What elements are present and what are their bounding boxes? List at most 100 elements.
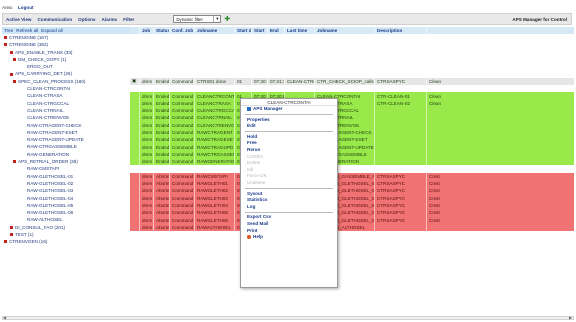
table-row[interactable]: dmmAbortedCommandRAWGLETH060107:30:0007:… <box>130 216 574 224</box>
table-row[interactable]: dmmAbortedCommandRAWCMSTAPI0107:30:0007:… <box>130 172 574 180</box>
tree-node[interactable]: RAW-GLETHOSEL-05 <box>2 202 130 209</box>
tree-node[interactable]: APS_CARRYING_DET (26) <box>2 70 130 77</box>
tree-node[interactable]: RAW-GLETHOSEL-06 <box>2 209 130 216</box>
tree-node[interactable]: APS_RETRIAL_ORDER (38) <box>2 158 130 165</box>
table-cell <box>427 224 574 231</box>
context-menu-item[interactable]: Send Mail <box>241 221 337 228</box>
table-row[interactable]: dmmEndedCommandRAWCTRGASSEM0107:30:0007:… <box>130 150 574 159</box>
menu-active-view[interactable]: Active View <box>3 17 34 22</box>
column-header[interactable]: Description <box>375 27 427 34</box>
table-cell <box>130 41 140 49</box>
tree-node[interactable]: CLEAN-CTRGCCAL <box>2 100 130 107</box>
tree-node[interactable]: RAW-CTRAGENT-ESET <box>2 129 130 136</box>
menu-communication[interactable]: Communication <box>34 17 75 22</box>
tree-node[interactable]: APS_ENABLE_TRANS (33) <box>2 49 130 56</box>
context-menu-item[interactable]: Log <box>241 204 337 211</box>
tree-node[interactable]: RAW-GLETHOSEL-04 <box>2 195 130 202</box>
tree-node[interactable]: CLEAN-CTRENVGE <box>2 114 130 121</box>
context-menu-item[interactable]: Rerun <box>241 147 337 154</box>
table-row[interactable] <box>130 55 574 64</box>
table-row[interactable]: dmmAbortedCommandRAWGLETH010107:30:0007:… <box>130 179 574 188</box>
tree-node[interactable]: DI_CONSUL_FAO (201) <box>2 224 130 231</box>
context-menu-item[interactable]: Help <box>241 234 337 241</box>
tree-node[interactable]: RAW-ALTHOSEL <box>2 216 130 223</box>
tree-node[interactable]: RAW-CTRAGENT-UPDATE <box>2 136 130 143</box>
refresh-icon[interactable]: ✚ <box>224 16 231 23</box>
table-row[interactable] <box>130 85 574 93</box>
table-row[interactable]: dmmEndedCommandCLEANCTRCONTA0107:30:0007… <box>130 92 574 100</box>
folder-marker-icon <box>4 43 7 47</box>
column-header[interactable]: End <box>268 27 285 34</box>
table-row[interactable] <box>130 34 574 42</box>
column-header[interactable] <box>427 27 574 34</box>
table-row[interactable]: dmmAbortedCommandRAWGLETH050107:30:0007:… <box>130 209 574 217</box>
table-row[interactable]: dmmAbortedCommandRAWGLETH040107:30:0007:… <box>130 201 574 210</box>
context-menu-item[interactable]: Hold <box>241 134 337 141</box>
context-menu-item[interactable]: APS Manager <box>241 106 337 113</box>
tree-node[interactable]: RAW-GLETHOSEL-02 <box>2 180 130 187</box>
refresh-all-link[interactable]: Refresh all <box>16 28 38 33</box>
tree-node[interactable]: RAW-GLETHOSEL-03 <box>2 187 130 194</box>
tree-node[interactable]: SPEC_CLEAN_PROCESS (180) <box>2 78 130 85</box>
table-row[interactable] <box>130 63 574 71</box>
context-menu-item[interactable]: Sysout <box>241 191 337 198</box>
tree-node[interactable]: CLEAN-CTRCONTAI <box>2 85 130 92</box>
table-row[interactable] <box>130 48 574 56</box>
table-row[interactable]: dmmEndedCommandCLEANCTRNAIL0107:30:0007:… <box>130 114 574 122</box>
column-header[interactable]: Jobname <box>315 27 375 34</box>
tree-node[interactable]: TEST (1) <box>2 231 130 238</box>
table-row[interactable]: dmmEndedCommandRAWCTRAGUPD0107:30:0007:3… <box>130 143 574 151</box>
context-menu-item[interactable]: Properties <box>241 117 337 124</box>
table-row[interactable]: dmmEndedCommandRAWCTRAGESET0107:30:0007:… <box>130 136 574 144</box>
tree-node[interactable]: RAW-GENERATION <box>2 151 130 158</box>
column-header[interactable]: Job <box>140 27 154 34</box>
tree-node[interactable]: RAW-CTRGASSEMBLE <box>2 143 130 150</box>
table-row[interactable]: ▣dmmEndedCommandCTRS01 done0107:30:0007:… <box>130 77 574 86</box>
table-row[interactable] <box>130 41 574 49</box>
column-header[interactable]: Start <box>252 27 268 34</box>
tree-node[interactable]: RAW-GLETHOSEL-01 <box>2 173 130 180</box>
table-cell <box>235 55 252 64</box>
menu-filter[interactable]: Filter <box>120 17 137 22</box>
tree-node[interactable]: RAW-CMSTAPI <box>2 165 130 172</box>
tree-node[interactable]: RAW-CTRAGENT-CHECK <box>2 122 130 129</box>
column-header[interactable]: Jobname <box>195 27 235 34</box>
menu-alarms[interactable]: Alarms <box>99 17 121 22</box>
scroll-left-icon[interactable]: ◀ <box>3 316 7 320</box>
tree-node[interactable]: CTRENVGEN (16) <box>2 238 130 245</box>
context-menu-item[interactable]: Free <box>241 140 337 147</box>
column-header[interactable]: Status <box>154 27 170 34</box>
tree-node[interactable]: ERGO_OUT <box>2 63 130 70</box>
context-menu-item[interactable]: Export Csv <box>241 214 337 221</box>
table-row[interactable]: dmmEndedCommandRAWCTRAGENT0107:30:0007:3… <box>130 128 574 137</box>
context-menu-item[interactable]: Edit <box>241 123 337 130</box>
table-row[interactable] <box>130 70 574 78</box>
table-row[interactable] <box>130 165 574 173</box>
table-row[interactable]: dmmAbortedCommandRAWGLETH030107:30:0007:… <box>130 194 574 202</box>
table-row[interactable]: dmmEndedCommandCLEANCTRENVG0107:30:0007:… <box>130 121 574 129</box>
table-cell <box>140 41 154 49</box>
column-header[interactable]: Start dat <box>235 27 252 34</box>
column-header[interactable]: Last time <box>285 27 315 34</box>
table-cell: Command <box>172 223 195 232</box>
table-row[interactable]: dmmEndedCommandRAWGENERATION0107:30:0007… <box>130 158 574 166</box>
tree-node[interactable]: CLEAN-CTRNAIL <box>2 107 130 114</box>
context-menu-item[interactable]: Print <box>241 228 337 235</box>
tree-node[interactable]: DM_CHECK_GOPY (1) <box>2 56 130 63</box>
tree-node[interactable]: CLEAN-CTRASA <box>2 92 130 99</box>
column-header[interactable] <box>130 27 140 34</box>
scroll-right-icon[interactable]: ▶ <box>569 316 573 320</box>
tree-node[interactable]: CTRENGINE (167) <box>2 34 130 41</box>
table-row[interactable]: dmmEndedCommandCLEANCTRGCCA0107:30:0007:… <box>130 106 574 115</box>
horizontal-scrollbar[interactable]: ◀ ▶ <box>2 316 574 320</box>
table-row[interactable]: dmmAbortedCommandRAWALTHOSEL0107:30:0007… <box>130 223 574 232</box>
expand-all-link[interactable]: Expand all <box>41 28 62 33</box>
table-row[interactable]: dmmEndedCommandCLEANCTRASA0107:30:0007:3… <box>130 99 574 107</box>
menu-options[interactable]: Options <box>75 17 98 22</box>
tree-node[interactable]: CTRENGINE (362) <box>2 41 130 48</box>
logout-link[interactable]: Logout <box>18 5 34 10</box>
dynamic-filter-select[interactable]: Dynamic filter ▼ <box>173 15 222 23</box>
table-row[interactable]: dmmAbortedCommandRAWGLETH020107:30:0007:… <box>130 187 574 195</box>
column-header[interactable]: Conf. Job <box>170 27 195 34</box>
context-menu-item[interactable]: Statistics <box>241 197 337 204</box>
